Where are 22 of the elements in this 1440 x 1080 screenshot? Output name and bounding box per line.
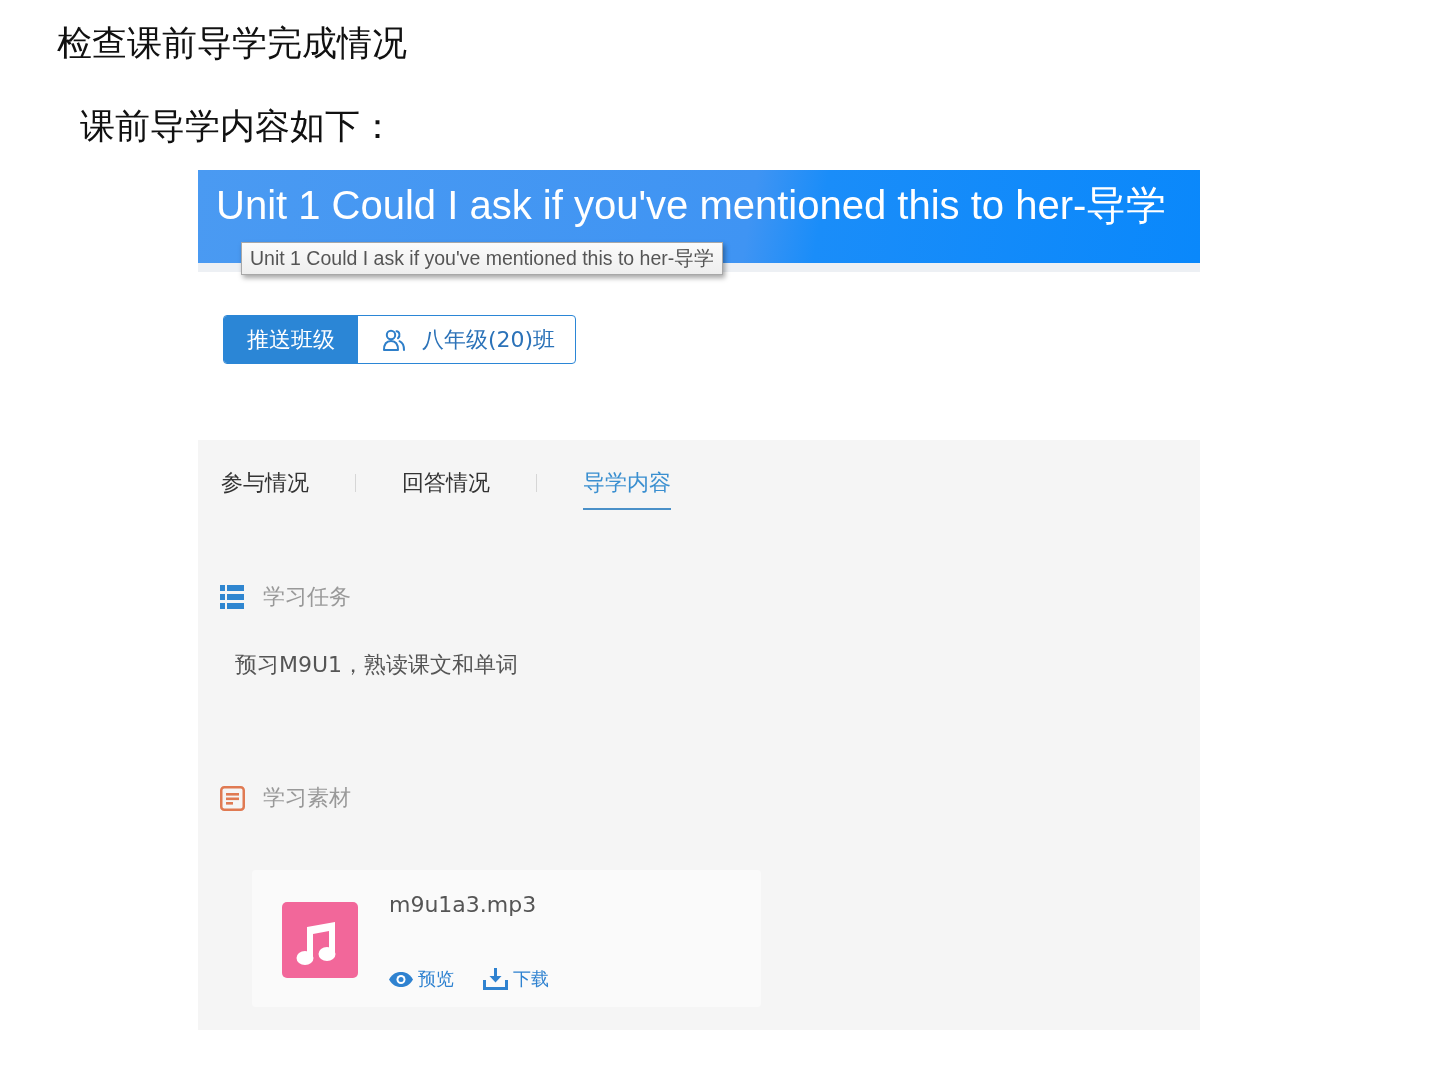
push-class-label: 推送班级 xyxy=(224,316,358,363)
section-title: 学习素材 xyxy=(263,784,351,812)
banner-title: Unit 1 Could I ask if you've mentioned this to her-导学 xyxy=(216,182,1167,229)
document-icon xyxy=(220,785,245,811)
preview-link[interactable]: 预览 xyxy=(389,967,454,991)
people-icon xyxy=(382,327,406,352)
download-icon xyxy=(483,968,508,990)
task-text: 预习M9U1，熟读课文和单词 xyxy=(235,651,519,679)
class-name: 八年级(20)班 xyxy=(422,325,556,354)
music-file-icon xyxy=(282,902,358,978)
document-heading: 检查课前导学完成情况 xyxy=(57,24,407,64)
file-name: m9u1a3.mp3 xyxy=(389,893,537,917)
class-selector[interactable]: 推送班级 八年级(20)班 xyxy=(223,315,577,364)
list-icon xyxy=(220,585,244,609)
tab[interactable]: 参与情况 xyxy=(221,468,309,510)
section-title: 学习任务 xyxy=(263,583,351,611)
tab[interactable]: 导学内容 xyxy=(583,468,671,510)
tooltip: Unit 1 Could I ask if you've mentioned this to her-导学 xyxy=(241,242,724,275)
eye-icon xyxy=(389,971,413,987)
document-intro: 课前导学内容如下： xyxy=(80,107,395,147)
tab[interactable]: 回答情况 xyxy=(402,468,490,510)
download-link[interactable]: 下载 xyxy=(483,967,549,991)
